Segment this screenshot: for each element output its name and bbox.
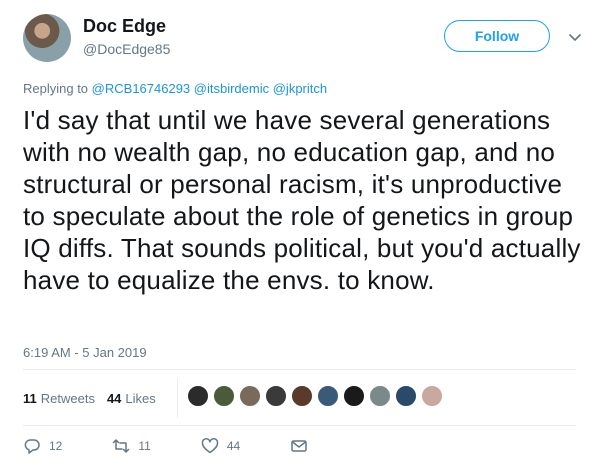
author-handle[interactable]: @DocEdge85 — [83, 41, 170, 57]
retweet-action[interactable]: 11 — [112, 437, 151, 455]
liker-avatars — [187, 385, 447, 407]
tweet-header: Doc Edge @DocEdge85 Follow — [23, 12, 583, 64]
follow-button[interactable]: Follow — [444, 20, 550, 52]
likes-label: Likes — [125, 390, 156, 406]
mention-link[interactable]: @RCB16746293 — [92, 81, 190, 96]
mention-link[interactable]: @jkpritch — [273, 81, 327, 96]
retweets-label: Retweets — [40, 390, 95, 406]
message-action[interactable] — [290, 437, 316, 455]
replying-prefix: Replying to — [23, 81, 89, 96]
reply-action[interactable]: 12 — [23, 437, 62, 455]
liker-avatar[interactable] — [343, 385, 365, 407]
timestamp[interactable]: 6:19 AM - 5 Jan 2019 — [23, 345, 147, 360]
liker-avatar[interactable] — [291, 385, 313, 407]
envelope-icon — [291, 440, 307, 452]
reply-icon — [24, 439, 40, 454]
author-name[interactable]: Doc Edge — [83, 16, 166, 37]
retweets-count: 11 — [23, 390, 37, 406]
divider — [23, 369, 576, 370]
avatar[interactable] — [23, 14, 71, 62]
liker-avatar[interactable] — [421, 385, 443, 407]
retweet-icon — [113, 439, 130, 453]
replying-to: Replying to @RCB16746293 @itsbirdemic @j… — [23, 81, 327, 96]
tweet-text: I'd say that until we have several gener… — [23, 105, 581, 295]
liker-avatar[interactable] — [369, 385, 391, 407]
stats-separator — [177, 378, 178, 418]
liker-avatar[interactable] — [239, 385, 261, 407]
likes-count: 44 — [106, 390, 122, 406]
chevron-down-icon[interactable] — [568, 30, 582, 44]
tweet-stats: 11 Retweets 44 Likes — [23, 378, 168, 418]
liker-avatar[interactable] — [187, 385, 209, 407]
divider — [23, 425, 576, 426]
liker-avatar[interactable] — [213, 385, 235, 407]
mention-link[interactable]: @itsbirdemic — [194, 81, 269, 96]
like-count: 44 — [226, 439, 241, 453]
reply-count: 12 — [49, 439, 63, 453]
liker-avatar[interactable] — [317, 385, 339, 407]
tweet-actions: 12 11 44 — [23, 434, 366, 458]
heart-icon — [201, 438, 219, 454]
retweet-count: 11 — [138, 439, 151, 453]
retweets-stat[interactable]: 11 Retweets — [23, 391, 95, 406]
like-action[interactable]: 44 — [201, 437, 240, 455]
liker-avatar[interactable] — [265, 385, 287, 407]
likes-stat[interactable]: 44 Likes — [107, 391, 156, 406]
liker-avatar[interactable] — [395, 385, 417, 407]
